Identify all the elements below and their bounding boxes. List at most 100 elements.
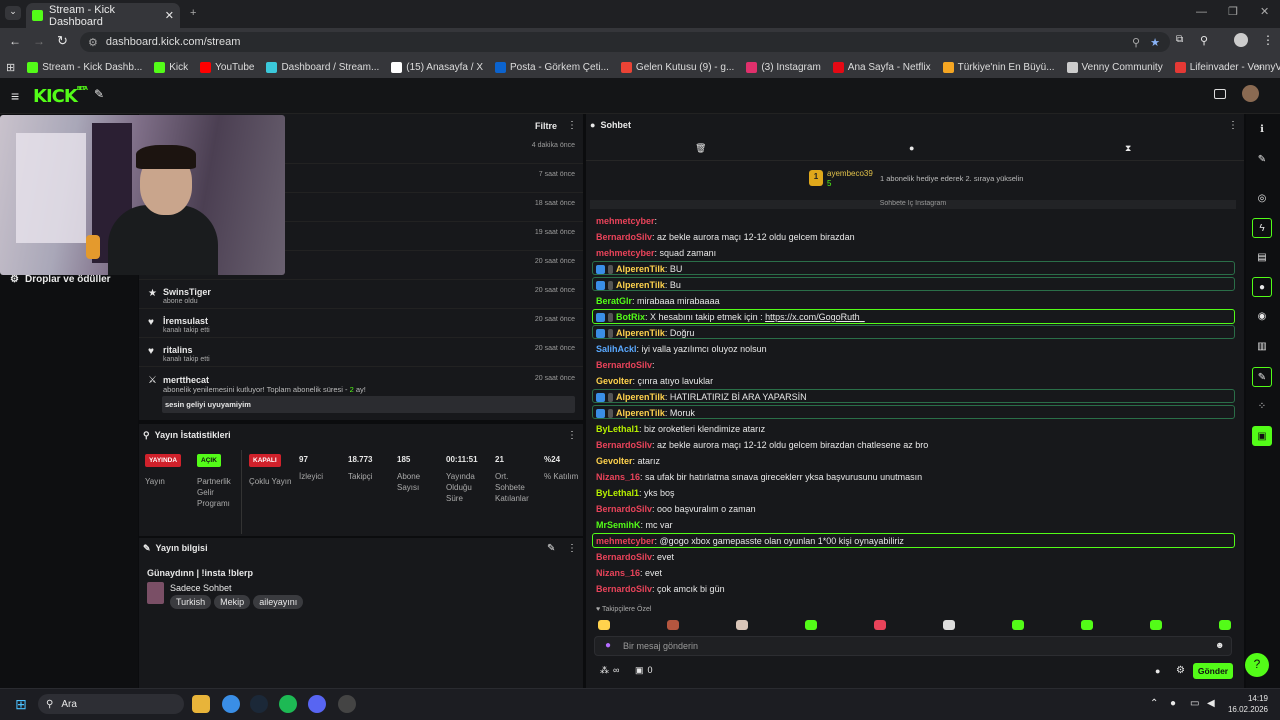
app-taskbar-icon[interactable] — [338, 695, 356, 713]
chat-username[interactable]: Gevolter — [596, 376, 633, 386]
app-icon[interactable]: ▣ — [1252, 426, 1272, 446]
microphone-icon[interactable]: ● — [605, 640, 611, 651]
chat-username[interactable]: AlperenTilk — [616, 392, 665, 402]
lightning-icon[interactable]: ϟ — [1252, 218, 1272, 238]
back-icon[interactable]: ← — [9, 34, 21, 48]
tag-pill[interactable]: aileyayını — [253, 595, 304, 609]
edit-icon[interactable]: ✎ — [547, 543, 555, 554]
bookmark-item[interactable]: (15) Anasayfa / X — [391, 61, 483, 73]
profile-avatar[interactable] — [1234, 33, 1248, 47]
apps-icon[interactable]: ⊞ — [6, 61, 15, 74]
chat-input[interactable]: ● Bir mesaj gönderin ☻ — [594, 636, 1232, 656]
chat-username[interactable]: BernardoSilv — [596, 440, 652, 450]
chat-username[interactable]: BotRix — [616, 312, 645, 322]
chat-username[interactable]: BernardoSilv — [596, 552, 652, 562]
tab-list-button[interactable]: ⌄ — [5, 6, 21, 20]
windows-start-icon[interactable]: ⊞ — [12, 695, 30, 713]
bookmark-item[interactable]: Türkiye'nin En Büyü... — [942, 61, 1055, 73]
chat-username[interactable]: mehmetcyber — [596, 248, 655, 258]
chat-username[interactable]: AlperenTilk — [616, 328, 665, 338]
site-info-icon[interactable]: ⚙ — [88, 36, 98, 49]
bookmark-item[interactable]: Lifeinvader - VennyV — [1174, 61, 1280, 73]
chat-username[interactable]: ByLethal1 — [596, 424, 639, 434]
network-icon[interactable]: ▭ — [1190, 698, 1199, 709]
bookmark-item[interactable]: Venny Community — [1066, 61, 1163, 73]
chat-username[interactable]: BernardoSilv — [596, 504, 652, 514]
kick-logo[interactable]: KICKBETA — [33, 86, 88, 107]
pencil-icon[interactable]: ✎ — [1252, 149, 1272, 169]
activity-menu-icon[interactable]: ⋮ — [567, 120, 577, 131]
chat-username[interactable]: SalihAckl — [596, 344, 637, 354]
chat-username[interactable]: AlperenTilk — [616, 408, 665, 418]
category-thumbnail[interactable] — [147, 582, 164, 604]
chat-menu-icon[interactable]: ⋮ — [1228, 120, 1238, 131]
chat-username[interactable]: BernardoSilv — [596, 360, 652, 370]
browser-tab[interactable]: Stream - Kick Dashboard ✕ — [26, 3, 180, 28]
chat-username[interactable]: MrSemihK — [596, 520, 641, 530]
chat-username[interactable]: Nizans_16 — [596, 568, 640, 578]
rows-icon[interactable]: ▥ — [1252, 336, 1272, 356]
bookmark-item[interactable]: Stream - Kick Dashb... — [27, 61, 142, 73]
chat-tool-icon[interactable]: ● — [1252, 277, 1272, 297]
volume-icon[interactable]: ◀ — [1207, 698, 1215, 709]
user-avatar[interactable] — [1242, 85, 1259, 102]
chat-username[interactable]: BernardoSilv — [596, 584, 652, 594]
steam-icon[interactable] — [250, 695, 268, 713]
top-gifter-name[interactable]: ayembeco39 — [827, 169, 873, 178]
chat-username[interactable]: AlperenTilk — [616, 280, 665, 290]
url-bar[interactable]: ⚙ dashboard.kick.com/stream ⚲ ★ — [80, 32, 1170, 52]
emote-icon[interactable] — [874, 620, 886, 630]
emote-icon[interactable] — [1219, 620, 1231, 630]
bookmark-star-icon[interactable]: ★ — [1150, 36, 1160, 49]
discord-icon[interactable] — [308, 695, 326, 713]
chat-settings-icon[interactable]: ⚙ — [1176, 665, 1185, 676]
hamburger-menu-icon[interactable]: ≡ — [11, 88, 19, 104]
menu-icon[interactable]: ⋮ — [1262, 33, 1274, 47]
close-tab-icon[interactable]: ✕ — [165, 9, 174, 22]
forward-icon[interactable]: → — [33, 34, 45, 48]
bookmark-item[interactable]: Posta - Görkem Çeti... — [495, 61, 609, 73]
filter-button[interactable]: Filtre — [535, 121, 557, 131]
taskbar-search[interactable]: ⚲ Ara — [38, 694, 184, 714]
pinned-message[interactable]: Sohbete İç Instagram — [590, 200, 1236, 209]
bookmark-item[interactable]: YouTube — [200, 61, 254, 73]
zoom-icon[interactable]: ⚲ — [1132, 36, 1140, 49]
tray-chevron-icon[interactable]: ⌃ — [1150, 698, 1158, 709]
minimize-icon[interactable]: — — [1196, 6, 1207, 18]
tools-icon[interactable]: ✎ — [94, 87, 104, 101]
tag-pill[interactable]: Mekip — [214, 595, 251, 609]
hourglass-icon[interactable]: ⧗ — [1125, 143, 1131, 154]
help-chat-button[interactable]: ? — [1245, 653, 1269, 677]
close-window-icon[interactable]: ✕ — [1260, 5, 1269, 18]
emote-icon[interactable] — [598, 620, 610, 630]
new-tab-icon[interactable]: + — [190, 7, 196, 19]
clock[interactable]: 14:19 16.02.2026 — [1226, 693, 1268, 715]
category-name[interactable]: Sadece Sohbet — [170, 583, 232, 593]
chat-link[interactable]: https://x.com/GogoRuth_ — [765, 312, 865, 322]
note-icon[interactable]: ▤ — [1252, 247, 1272, 267]
chat-settings-bubble-icon[interactable]: ● — [1155, 666, 1160, 676]
mic-tray-icon[interactable]: ● — [1170, 698, 1176, 709]
chat-username[interactable]: AlperenTilk — [616, 264, 665, 274]
emote-icon[interactable] — [1150, 620, 1162, 630]
extension-icon[interactable]: ⧉ — [1176, 34, 1183, 45]
bookmark-item[interactable]: (3) Instagram — [746, 61, 821, 73]
bookmark-item[interactable]: Ana Sayfa - Netflix — [832, 61, 931, 73]
bookmark-item[interactable]: Kick — [154, 61, 188, 73]
bookmark-item[interactable]: Gelen Kutusu (9) - g... — [620, 61, 734, 73]
stream-key-icon[interactable] — [1214, 89, 1226, 99]
chat-username[interactable]: mehmetcyber — [596, 216, 655, 226]
reload-icon[interactable]: ↻ — [57, 33, 68, 49]
info-menu-icon[interactable]: ⋮ — [567, 543, 577, 554]
spotify-icon[interactable] — [279, 695, 297, 713]
emote-icon[interactable] — [1081, 620, 1093, 630]
maximize-icon[interactable]: ❐ — [1228, 5, 1238, 18]
file-explorer-icon[interactable] — [192, 695, 210, 713]
info-icon[interactable]: ℹ — [1252, 119, 1272, 139]
wrench-tool-icon[interactable]: ✎ — [1252, 367, 1272, 387]
target-icon[interactable]: ◎ — [1252, 188, 1272, 208]
emote-icon[interactable] — [805, 620, 817, 630]
chat-username[interactable]: ByLethal1 — [596, 488, 639, 498]
chrome-icon[interactable] — [222, 695, 240, 713]
tag-pill[interactable]: Turkish — [170, 595, 212, 609]
